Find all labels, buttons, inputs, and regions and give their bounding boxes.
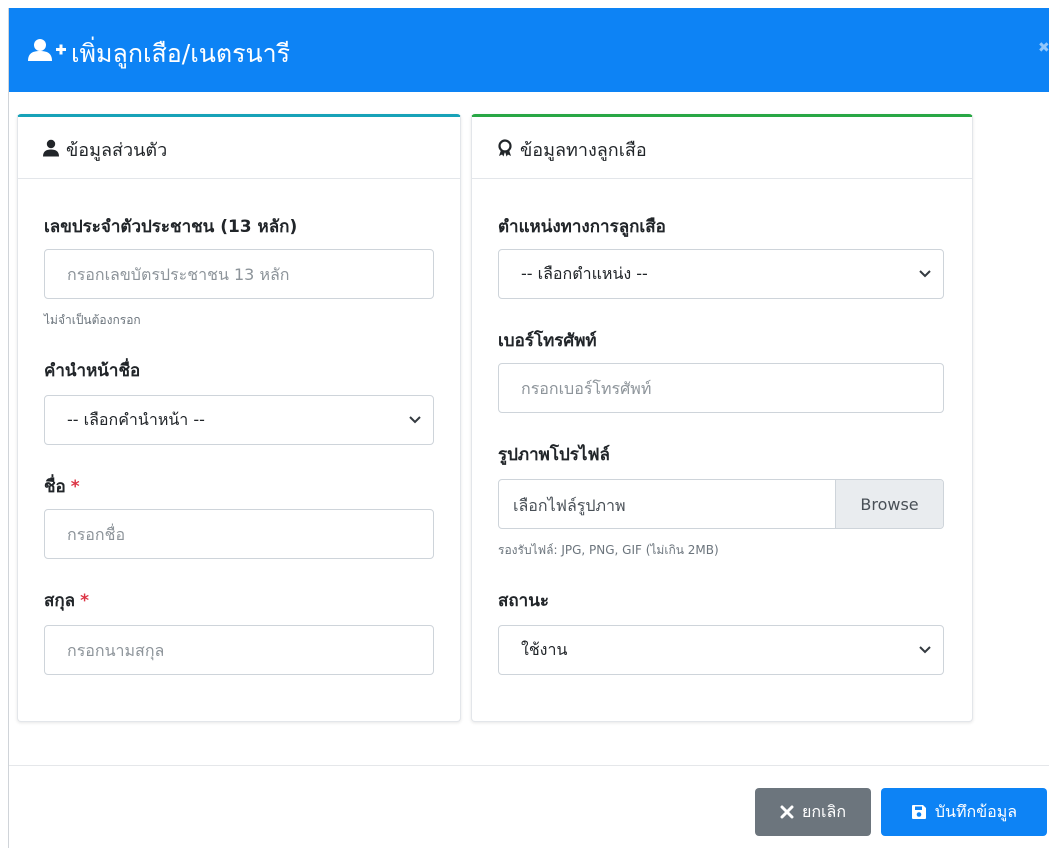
photo-label: รูปภาพโปรไฟล์ (498, 445, 610, 465)
prefix-select[interactable]: -- เลือกคำนำหน้า -- (44, 395, 434, 445)
photo-file-text: เลือกไฟล์รูปภาพ (513, 496, 626, 515)
personal-info-title: ข้อมูลส่วนตัว (66, 140, 168, 161)
status-label: สถานะ (498, 591, 549, 611)
save-button[interactable]: บันทึกข้อมูล (881, 788, 1047, 836)
citizen-id-hint: ไม่จำเป็นต้องกรอก (44, 313, 141, 327)
personal-info-card: ข้อมูลส่วนตัว เลขประจำตัวประชาชน (13 หลั… (17, 114, 461, 722)
scout-info-title: ข้อมูลทางลูกเสือ (520, 140, 647, 161)
first-name-input[interactable] (44, 509, 434, 559)
cancel-button-label: ยกเลิก (801, 801, 847, 821)
add-scout-modal: เพิ่มลูกเสือ/เนตรนารี ✖ ข้อมูลส่วนตัว เล… (8, 8, 1049, 848)
position-select[interactable]: -- เลือกตำแหน่ง -- (498, 249, 944, 299)
status-select-value: ใช้งาน (521, 639, 568, 659)
last-name-label-text: สกุล (44, 591, 76, 611)
prefix-label: คำนำหน้าชื่อ (44, 361, 141, 381)
chevron-down-icon (919, 270, 931, 278)
last-name-label: สกุล * (44, 587, 89, 614)
scout-info-header: ข้อมูลทางลูกเสือ (472, 117, 972, 179)
prefix-select-value: -- เลือกคำนำหน้า -- (67, 409, 205, 429)
modal-header: เพิ่มลูกเสือ/เนตรนารี ✖ (9, 8, 1049, 92)
cancel-button[interactable]: ยกเลิก (755, 788, 871, 836)
times-icon (780, 805, 794, 819)
chevron-down-icon (409, 416, 421, 424)
photo-file-input[interactable]: เลือกไฟล์รูปภาพ Browse (498, 479, 944, 529)
save-button-label: บันทึกข้อมูล (934, 801, 1018, 821)
footer-divider (9, 765, 1049, 766)
close-icon[interactable]: ✖ (1038, 40, 1049, 56)
browse-button[interactable]: Browse (835, 480, 943, 528)
first-name-label: ชื่อ * (44, 473, 80, 500)
save-icon (911, 805, 926, 819)
status-select[interactable]: ใช้งาน (498, 625, 944, 675)
citizen-id-input[interactable] (44, 249, 434, 299)
position-select-value: -- เลือกตำแหน่ง -- (521, 263, 648, 283)
personal-info-header: ข้อมูลส่วนตัว (18, 117, 460, 179)
user-icon (43, 139, 59, 157)
scout-info-card: ข้อมูลทางลูกเสือ ตำแหน่งทางการลูกเสือ --… (471, 114, 973, 722)
last-name-input[interactable] (44, 625, 434, 675)
modal-title: เพิ่มลูกเสือ/เนตรนารี (71, 39, 291, 68)
user-plus-icon (28, 39, 66, 61)
phone-input[interactable] (498, 363, 944, 413)
chevron-down-icon (919, 646, 931, 654)
first-name-label-text: ชื่อ (44, 477, 66, 497)
position-label: ตำแหน่งทางการลูกเสือ (498, 217, 666, 237)
required-mark: * (80, 591, 89, 611)
phone-label: เบอร์โทรศัพท์ (498, 331, 597, 351)
citizen-id-label: เลขประจำตัวประชาชน (13 หลัก) (44, 217, 298, 237)
award-icon (498, 139, 512, 157)
required-mark: * (70, 477, 80, 497)
photo-hint: รองรับไฟล์: JPG, PNG, GIF (ไม่เกิน 2MB) (498, 543, 719, 557)
